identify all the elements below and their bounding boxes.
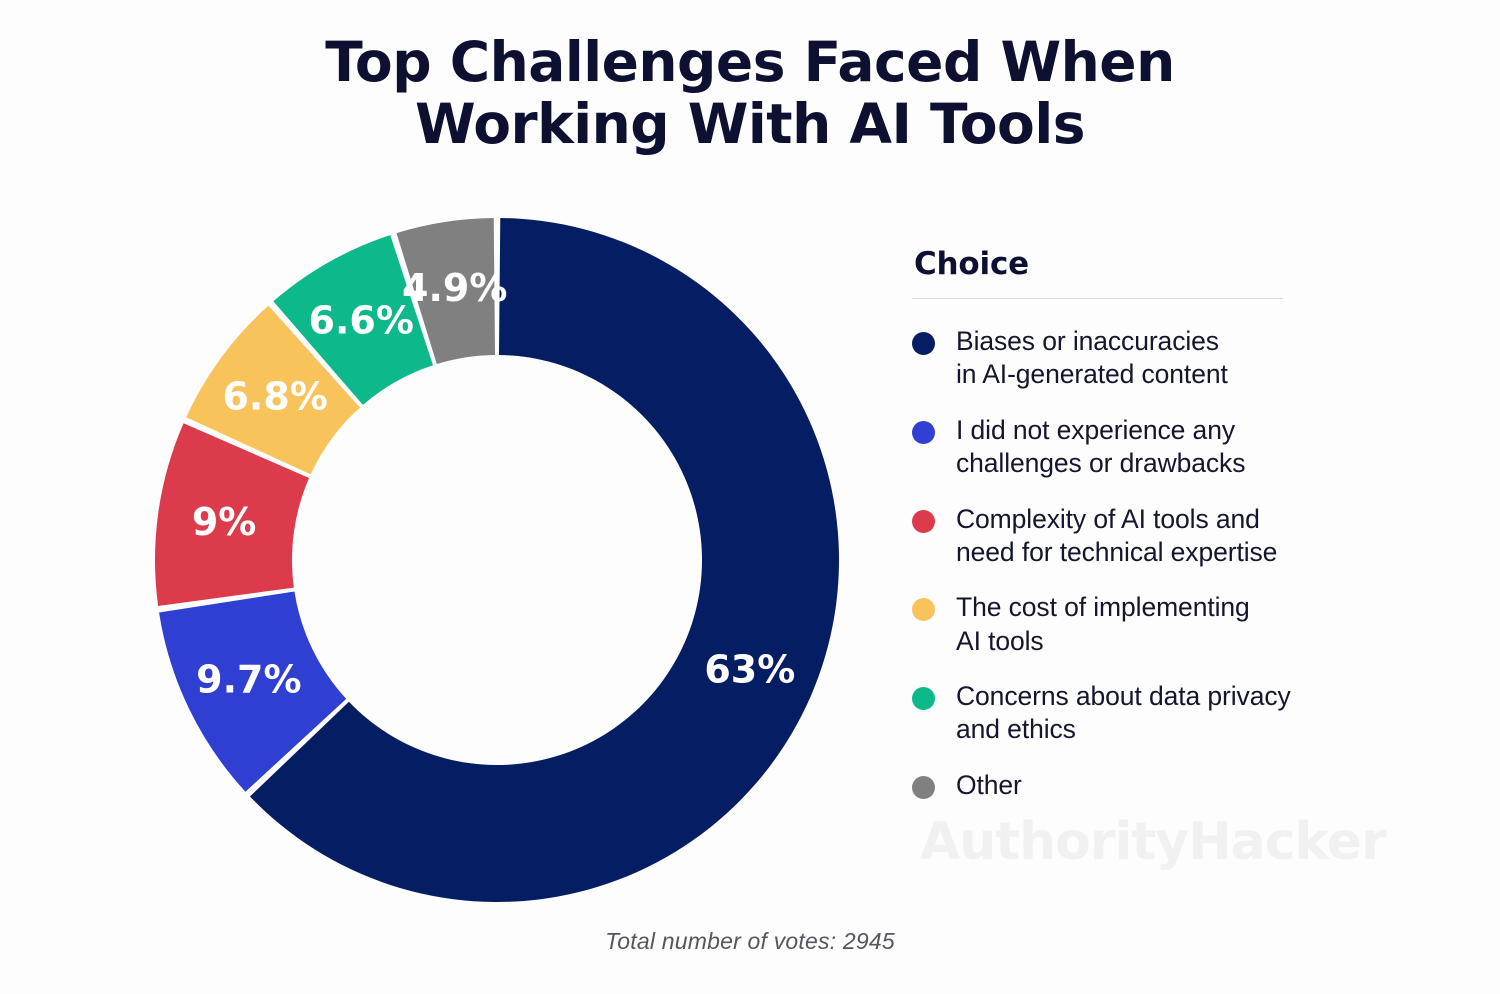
legend-divider	[912, 298, 1283, 299]
legend: Choice Biases or inaccuracies in AI-gene…	[912, 246, 1382, 802]
donut-slice-value-label: 4.9%	[402, 266, 507, 310]
legend-dot-blue	[912, 420, 935, 444]
legend-dot-teal	[912, 687, 935, 710]
watermark: AuthorityHacker	[920, 812, 1387, 872]
donut-slice-value-label: 9%	[192, 500, 257, 544]
page-title: Top Challenges Faced When Working With A…	[325, 30, 1175, 156]
legend-item[interactable]: Concerns about data privacy and ethics	[912, 680, 1382, 747]
legend-item[interactable]: Other	[912, 769, 1382, 802]
legend-item-label: The cost of implementing AI tools	[956, 592, 1250, 656]
legend-item-label: Complexity of AI tools and need for tech…	[956, 503, 1278, 567]
legend-dot-navy	[912, 332, 935, 355]
legend-item-list: Biases or inaccuracies in AI-generated c…	[912, 325, 1382, 802]
donut-slice-group	[154, 218, 839, 903]
legend-item-label: Concerns about data privacy and ethics	[956, 681, 1291, 745]
legend-item[interactable]: The cost of implementing AI tools	[912, 591, 1382, 658]
donut-chart: 63% 9.7% 9% 6.8% 6.6% 4.9%	[140, 200, 860, 920]
donut-slice-value-label: 6.6%	[309, 298, 414, 342]
legend-item-label: I did not experience any challenges or d…	[956, 414, 1246, 479]
legend-item[interactable]: I did not experience any challenges or d…	[912, 414, 1382, 481]
donut-slice-value-label: 9.7%	[196, 658, 301, 702]
donut-slice-value-label: 63%	[704, 647, 795, 691]
legend-dot-red	[912, 509, 935, 533]
legend-dot-yellow	[912, 598, 935, 622]
legend-item[interactable]: Complexity of AI tools and need for tech…	[912, 503, 1382, 570]
total-votes-caption: Total number of votes: 2945	[605, 928, 895, 954]
legend-item-label: Biases or inaccuracies in AI-generated c…	[956, 326, 1228, 390]
donut-slice-value-label: 6.8%	[222, 375, 327, 419]
chart-canvas: Top Challenges Faced When Working With A…	[0, 0, 1500, 994]
legend-dot-gray	[912, 775, 935, 799]
donut-chart-svg: 63% 9.7% 9% 6.8% 6.6%4.9%	[154, 218, 839, 903]
legend-item[interactable]: Biases or inaccuracies in AI-generated c…	[912, 325, 1382, 392]
legend-title: Choice	[914, 246, 1029, 282]
legend-item-label: Other	[956, 769, 1022, 800]
